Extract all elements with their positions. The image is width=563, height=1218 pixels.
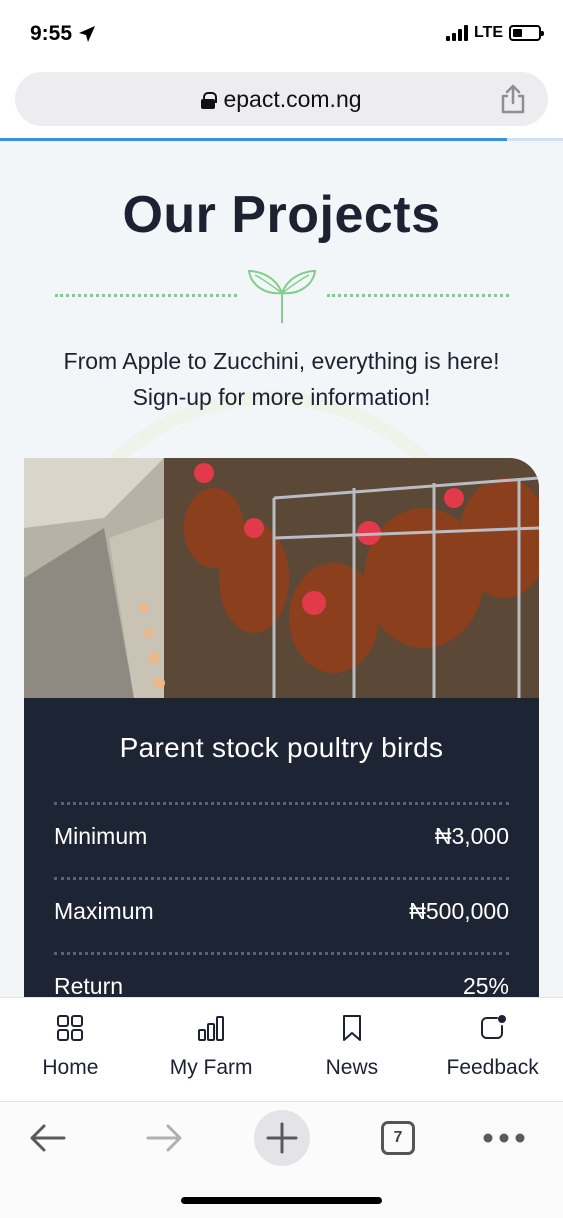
status-time: 9:55	[30, 22, 96, 46]
nav-my-farm-label: My Farm	[169, 1056, 253, 1079]
nav-feedback-label: Feedback	[446, 1056, 539, 1079]
return-value: 25%	[462, 972, 509, 998]
minimum-value: ₦3,000	[434, 822, 509, 849]
row-separator	[54, 952, 509, 955]
minimum-label: Minimum	[54, 822, 148, 849]
row-separator	[54, 802, 509, 805]
minimum-row: Minimum ₦3,000	[54, 816, 509, 856]
tabs-button[interactable]: 7	[370, 1110, 426, 1166]
clock-text: 9:55	[30, 22, 73, 45]
subtitle-line-1: From Apple to Zucchini, everything is he…	[63, 348, 500, 374]
new-tab-button[interactable]	[254, 1110, 310, 1166]
maximum-value: ₦500,000	[409, 897, 509, 924]
nav-news-label: News	[325, 1056, 379, 1079]
nav-my-farm[interactable]: My Farm	[141, 998, 282, 1101]
page-title: Our Projects	[122, 186, 441, 244]
maximum-row: Maximum ₦500,000	[54, 891, 509, 931]
feedback-icon	[480, 1015, 506, 1039]
grid-icon	[57, 1015, 84, 1041]
signal-icon	[445, 25, 468, 41]
back-button[interactable]	[20, 1110, 76, 1166]
tab-count: 7	[393, 1129, 403, 1146]
project-card[interactable]: Parent stock poultry birds Minimum ₦3,00…	[24, 458, 539, 997]
forward-button[interactable]	[136, 1110, 192, 1166]
row-separator	[54, 877, 509, 880]
page-subtitle: From Apple to Zucchini, everything is he…	[20, 343, 543, 415]
bookmark-icon	[342, 1015, 361, 1041]
nav-feedback[interactable]: Feedback	[422, 998, 563, 1101]
home-indicator	[181, 1197, 382, 1204]
battery-icon	[509, 25, 544, 41]
tab-count-icon: 7	[381, 1121, 415, 1155]
status-indicators: LTE	[445, 24, 544, 42]
nav-home[interactable]: Home	[0, 998, 141, 1101]
share-icon[interactable]	[500, 84, 526, 114]
back-arrow-icon	[30, 1124, 66, 1152]
url-display[interactable]: epact.com.ng	[15, 86, 548, 113]
plus-icon	[266, 1122, 298, 1154]
network-type: LTE	[473, 24, 503, 41]
web-page: Our Projects From Apple to Zucchini, eve…	[0, 141, 563, 997]
subtitle-line-2: Sign-up for more information!	[132, 384, 431, 410]
sprout-icon	[247, 269, 317, 323]
address-bar[interactable]: epact.com.ng	[15, 72, 548, 126]
divider-left	[55, 294, 237, 297]
location-arrow-icon	[79, 26, 96, 42]
project-name: Parent stock poultry birds	[119, 732, 444, 763]
return-row: Return 25%	[54, 966, 509, 998]
project-image	[24, 458, 539, 698]
divider-right	[327, 294, 509, 297]
forward-arrow-icon	[146, 1124, 182, 1152]
return-label: Return	[54, 972, 124, 998]
more-dots-icon	[483, 1133, 525, 1143]
nav-news[interactable]: News	[282, 998, 423, 1101]
maximum-label: Maximum	[54, 897, 154, 924]
menu-button[interactable]	[476, 1110, 532, 1166]
lock-icon	[201, 91, 218, 109]
bar-chart-icon	[198, 1016, 225, 1041]
status-bar: 9:55 LTE	[0, 0, 563, 68]
project-details: Parent stock poultry birds Minimum ₦3,00…	[24, 698, 539, 997]
app-bottom-nav: Home My Farm News Feedback	[0, 997, 563, 1101]
url-text: epact.com.ng	[223, 86, 362, 112]
nav-home-label: Home	[42, 1056, 99, 1079]
